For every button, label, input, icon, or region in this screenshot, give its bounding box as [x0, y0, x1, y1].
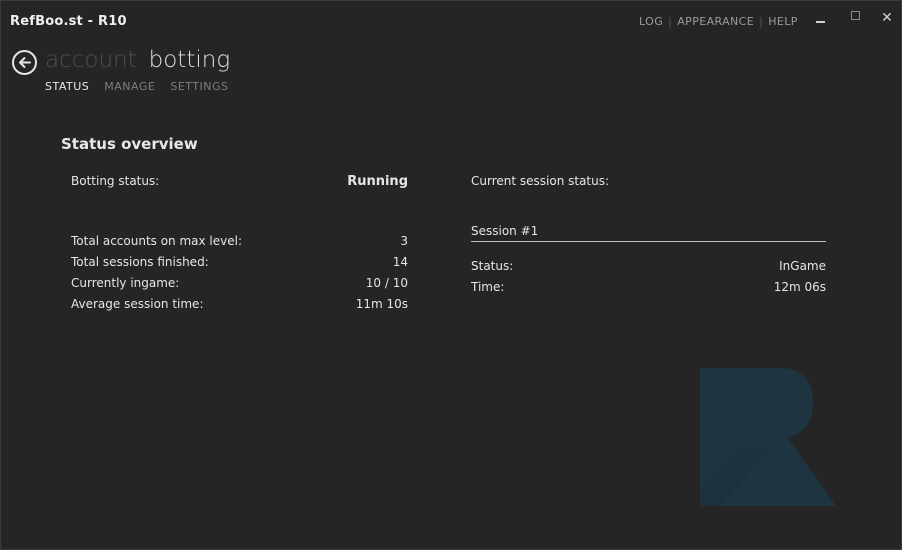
- stat-value: 3: [400, 234, 408, 248]
- nav-help-link[interactable]: HELP: [768, 15, 798, 28]
- stat-row: Currently ingame: 10 / 10: [71, 276, 408, 292]
- title-bar: RefBoo.st - R10 LOG | APPEARANCE | HELP …: [1, 1, 901, 41]
- stat-label: Average session time:: [71, 297, 204, 311]
- close-button[interactable]: ✕: [878, 9, 896, 27]
- session-status-row: Status: InGame: [471, 259, 826, 275]
- maximize-icon: [851, 11, 860, 20]
- breadcrumb-account[interactable]: account: [45, 47, 137, 73]
- session-divider: [471, 241, 826, 242]
- session-heading-row: Current session status:: [471, 174, 826, 190]
- page-title: botting: [148, 47, 231, 73]
- nav-separator: |: [759, 15, 764, 28]
- close-icon: ✕: [881, 10, 893, 26]
- stat-row: Total sessions finished: 14: [71, 255, 408, 271]
- stat-label: Currently ingame:: [71, 276, 180, 290]
- nav-appearance-link[interactable]: APPEARANCE: [677, 15, 754, 28]
- botting-status-row: Botting status: Running: [71, 174, 408, 190]
- nav-log-link[interactable]: LOG: [639, 15, 663, 28]
- nav-separator: |: [668, 15, 673, 28]
- top-nav: LOG | APPEARANCE | HELP: [639, 15, 798, 28]
- tab-bar: STATUS MANAGE SETTINGS: [45, 80, 244, 93]
- stat-row: Total accounts on max level: 3: [71, 234, 408, 250]
- arrow-left-icon: [19, 57, 31, 68]
- session-time-value: 12m 06s: [773, 280, 826, 294]
- breadcrumb: account botting: [45, 47, 230, 73]
- tab-manage[interactable]: MANAGE: [104, 80, 155, 93]
- stat-label: Total accounts on max level:: [71, 234, 243, 248]
- botting-status-label: Botting status:: [71, 174, 160, 188]
- session-time-row: Time: 12m 06s: [471, 280, 826, 296]
- stat-row: Average session time: 11m 10s: [71, 297, 408, 313]
- back-button[interactable]: [12, 50, 37, 75]
- app-window: RefBoo.st - R10 LOG | APPEARANCE | HELP …: [0, 0, 902, 550]
- session-time-label: Time:: [471, 280, 505, 294]
- tab-settings[interactable]: SETTINGS: [170, 80, 228, 93]
- refboost-logo-icon: [700, 368, 836, 506]
- stat-value: 14: [392, 255, 408, 269]
- minimize-button[interactable]: [812, 9, 830, 27]
- stat-value: 11m 10s: [355, 297, 408, 311]
- section-title: Status overview: [61, 135, 198, 153]
- session-status-label: Status:: [471, 259, 514, 273]
- session-heading: Current session status:: [471, 174, 610, 188]
- session-status-value: InGame: [779, 259, 826, 273]
- maximize-button[interactable]: [846, 9, 864, 27]
- botting-status-value: Running: [347, 174, 408, 189]
- stat-label: Total sessions finished:: [71, 255, 209, 269]
- app-title: RefBoo.st - R10: [10, 14, 127, 29]
- stat-value: 10 / 10: [365, 276, 408, 290]
- session-name: Session #1: [471, 224, 539, 238]
- tab-status[interactable]: STATUS: [45, 80, 89, 93]
- minimize-icon: [816, 21, 825, 23]
